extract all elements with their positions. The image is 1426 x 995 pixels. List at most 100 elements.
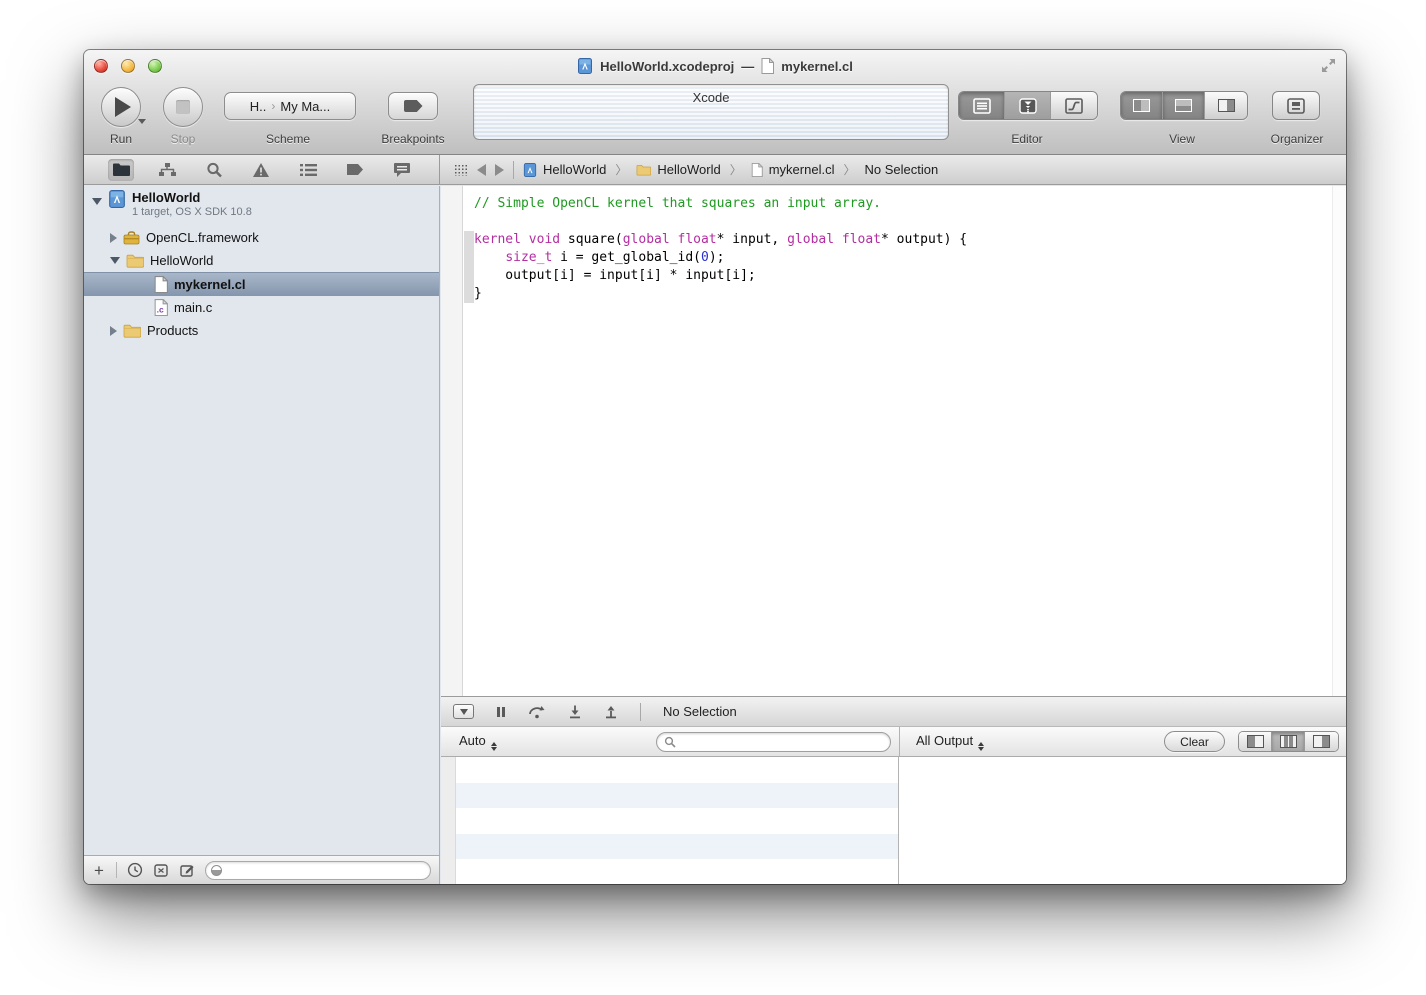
- organizer-label: Organizer: [1262, 132, 1332, 146]
- debug-navigator-tab[interactable]: [295, 159, 321, 181]
- editor-mode-control: [958, 91, 1098, 120]
- title-bar[interactable]: HelloWorld.xcodeproj — mykernel.cl: [84, 50, 1346, 82]
- tree-row-products[interactable]: Products: [84, 319, 439, 342]
- disclosure-triangle[interactable]: [110, 326, 117, 336]
- view-group-label: View: [1137, 132, 1227, 146]
- window-title: HelloWorld.xcodeproj — mykernel.cl: [84, 50, 1346, 82]
- tree-row-group[interactable]: HelloWorld: [84, 249, 439, 272]
- fullscreen-icon[interactable]: [1320, 57, 1337, 74]
- standard-editor-button[interactable]: [959, 92, 1005, 119]
- run-button[interactable]: [101, 87, 141, 127]
- breadcrumb-selection[interactable]: No Selection: [864, 162, 938, 177]
- scheme-target[interactable]: H..: [250, 99, 267, 114]
- organizer-icon: [1287, 98, 1305, 114]
- breakpoints-label: Breakpoints: [368, 132, 458, 146]
- navigator-toggle-button[interactable]: [1121, 92, 1163, 119]
- search-input[interactable]: [680, 735, 883, 749]
- flattened-files-icon[interactable]: [153, 863, 169, 878]
- add-button[interactable]: +: [94, 862, 104, 879]
- breadcrumb-group[interactable]: HelloWorld: [636, 162, 720, 177]
- svg-text:.c: .c: [157, 304, 164, 314]
- project-doc-icon: [577, 58, 593, 74]
- tree-row-file-selected[interactable]: mykernel.cl: [84, 272, 439, 296]
- tree-row-file[interactable]: .c main.c: [84, 296, 439, 319]
- editor-group-label: Editor: [982, 132, 1072, 146]
- clear-console-button[interactable]: Clear: [1164, 731, 1225, 752]
- issue-navigator-tab[interactable]: [248, 159, 274, 181]
- code-line[interactable]: output[i] = input[i] * input[i];: [474, 267, 1330, 285]
- code-area[interactable]: // Simple OpenCL kernel that squares an …: [474, 195, 1330, 303]
- navigator-panel-icon: [1133, 99, 1150, 112]
- recent-files-icon[interactable]: [127, 862, 143, 878]
- view-control: [1120, 91, 1248, 120]
- code-line[interactable]: kernel void square(global float* input, …: [474, 231, 1330, 249]
- play-icon: [115, 97, 131, 117]
- code-line[interactable]: [474, 213, 1330, 231]
- scheme-selector[interactable]: H.. › My Ma...: [224, 92, 356, 120]
- project-navigator: HelloWorld 1 target, OS X SDK 10.8 OpenC…: [84, 186, 440, 884]
- folder-icon: [126, 254, 144, 268]
- navigator-filter-field[interactable]: [205, 861, 431, 880]
- tree-row-framework[interactable]: OpenCL.framework: [84, 226, 439, 249]
- warning-icon: [252, 162, 270, 178]
- scheme-label: Scheme: [238, 132, 338, 146]
- navigator-filter-bar: +: [84, 855, 439, 884]
- breakpoint-gutter[interactable]: [441, 186, 463, 696]
- step-into-button[interactable]: [568, 705, 582, 719]
- code-line[interactable]: size_t i = get_global_id(0);: [474, 249, 1330, 267]
- utilities-toggle-button[interactable]: [1205, 92, 1247, 119]
- project-navigator-tab[interactable]: [108, 159, 134, 181]
- symbol-navigator-tab[interactable]: [155, 159, 181, 181]
- console-only-button[interactable]: [1305, 732, 1338, 751]
- debug-panes-divider[interactable]: [899, 727, 900, 756]
- source-editor[interactable]: // Simple OpenCL kernel that squares an …: [441, 186, 1346, 696]
- folder-icon: [112, 162, 131, 177]
- stop-icon: [176, 100, 190, 114]
- variables-search-field[interactable]: [656, 732, 891, 752]
- disclosure-triangle[interactable]: [110, 257, 120, 264]
- code-line[interactable]: // Simple OpenCL kernel that squares an …: [474, 195, 1330, 213]
- unsaved-files-icon[interactable]: [179, 863, 195, 878]
- debug-area: [441, 757, 1346, 884]
- console-view[interactable]: [900, 757, 1346, 884]
- variables-view[interactable]: [441, 757, 899, 884]
- version-editor-button[interactable]: [1051, 92, 1097, 119]
- hide-debug-area-button[interactable]: [453, 704, 474, 719]
- split-view-button[interactable]: [1272, 732, 1305, 751]
- breakpoints-button[interactable]: [388, 92, 438, 120]
- step-out-button[interactable]: [604, 705, 618, 719]
- breadcrumb-project[interactable]: HelloWorld: [523, 162, 606, 177]
- stop-button[interactable]: [163, 87, 203, 127]
- breadcrumb-file[interactable]: mykernel.cl: [751, 162, 835, 177]
- filter-input[interactable]: [222, 863, 425, 878]
- code-line[interactable]: }: [474, 285, 1330, 303]
- editor-scrollbar-track[interactable]: [1332, 186, 1346, 696]
- output-filter-popup[interactable]: All Output: [916, 733, 984, 751]
- tree-row-project[interactable]: HelloWorld 1 target, OS X SDK 10.8: [84, 186, 439, 226]
- search-icon: [206, 162, 223, 178]
- desktop: HelloWorld.xcodeproj — mykernel.cl: [0, 0, 1426, 995]
- title-separator: —: [741, 59, 754, 74]
- project-doc-icon: [108, 190, 126, 208]
- left-pane-icon: [1247, 735, 1264, 748]
- assistant-editor-button[interactable]: [1005, 92, 1051, 119]
- project-subtitle: 1 target, OS X SDK 10.8: [132, 206, 252, 218]
- variables-scope-popup[interactable]: Auto: [459, 733, 497, 751]
- code-fold-ribbon[interactable]: [464, 186, 474, 696]
- step-over-button[interactable]: [528, 705, 546, 719]
- back-button[interactable]: [477, 164, 486, 176]
- organizer-button[interactable]: [1272, 91, 1320, 120]
- variables-only-button[interactable]: [1239, 732, 1272, 751]
- forward-button[interactable]: [495, 164, 504, 176]
- scheme-destination[interactable]: My Ma...: [280, 99, 330, 114]
- related-items-icon[interactable]: [454, 164, 468, 176]
- log-navigator-tab[interactable]: [389, 159, 415, 181]
- debug-area-toggle-button[interactable]: [1163, 92, 1205, 119]
- disclosure-triangle[interactable]: [92, 198, 102, 205]
- pause-button[interactable]: [496, 706, 506, 718]
- file-doc-icon: [761, 58, 774, 74]
- scheme-chevron: ›: [271, 99, 275, 113]
- disclosure-triangle[interactable]: [110, 233, 117, 243]
- search-navigator-tab[interactable]: [202, 159, 228, 181]
- breakpoint-navigator-tab[interactable]: [342, 159, 368, 181]
